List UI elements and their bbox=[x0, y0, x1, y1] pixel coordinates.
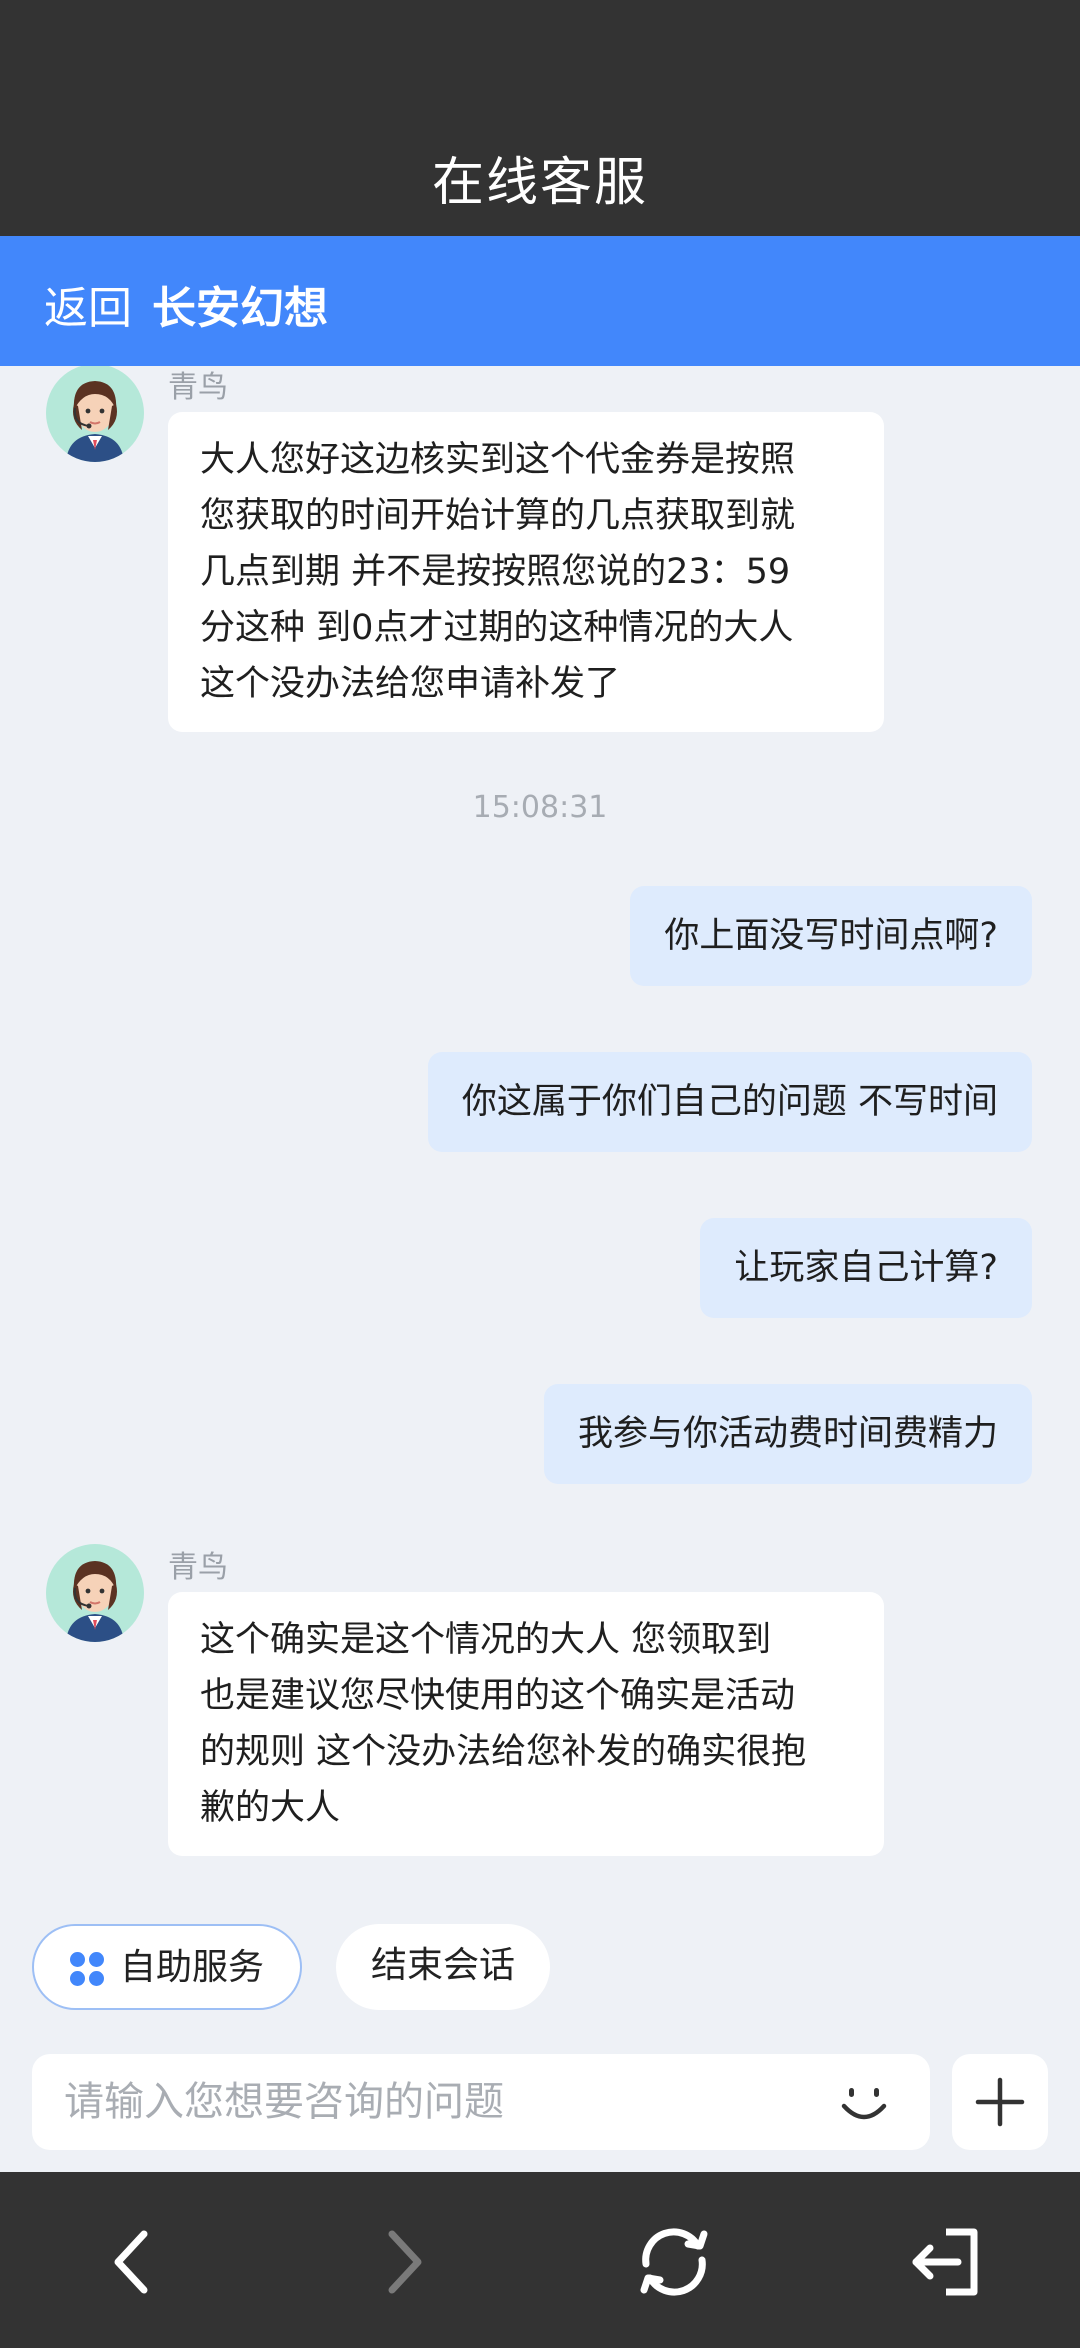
exit-icon bbox=[912, 2228, 978, 2296]
chevron-right-icon bbox=[388, 2230, 422, 2294]
navigation-bar: 返回 长安幻想 bbox=[0, 236, 1080, 366]
user-message-bubble: 我参与你活动费时间费精力 bbox=[543, 1384, 1032, 1484]
refresh-button[interactable] bbox=[624, 2212, 724, 2312]
refresh-icon bbox=[640, 2228, 708, 2296]
agent-message-bubble: 这个确实是这个情况的大人 您领取到 也是建议您尽快使用的这个确实是活动 的规则 … bbox=[168, 1592, 884, 1856]
message-line: 几点到期 并不是按按照您说的23：59 bbox=[200, 552, 791, 592]
self-service-button[interactable]: 自助服务 bbox=[32, 1924, 302, 2010]
agent-message-bubble: 大人您好这边核实到这个代金券是按照 您获取的时间开始计算的几点获取到就 几点到期… bbox=[168, 412, 884, 732]
browser-toolbar bbox=[0, 2172, 1080, 2348]
message-line: 大人您好这边核实到这个代金券是按照 bbox=[200, 440, 796, 480]
exit-button[interactable] bbox=[896, 2212, 996, 2312]
end-session-label: 结束会话 bbox=[370, 1945, 515, 1986]
message-line: 分这种 到0点才过期的这种情况的大人 bbox=[200, 608, 794, 648]
add-attachment-button[interactable] bbox=[952, 2054, 1048, 2150]
message-timestamp: 15:08:31 bbox=[472, 790, 608, 825]
message-input-bar bbox=[32, 2054, 930, 2150]
back-link[interactable]: 返回 bbox=[44, 272, 132, 336]
plus-icon bbox=[975, 2077, 1025, 2127]
message-line: 歉的大人 bbox=[200, 1788, 341, 1828]
page-title: 在线客服 bbox=[431, 153, 648, 213]
message-input[interactable] bbox=[64, 2054, 824, 2150]
user-message-bubble: 你这属于你们自己的问题 不写时间 bbox=[427, 1052, 1032, 1152]
user-message-bubble: 让玩家自己计算? bbox=[700, 1218, 1032, 1318]
agent-name: 青鸟 bbox=[168, 370, 228, 405]
game-title: 长安幻想 bbox=[152, 283, 328, 334]
message-line: 这个没办法给您申请补发了 bbox=[200, 664, 621, 704]
forward-button[interactable] bbox=[352, 2212, 452, 2312]
message-line: 的规则 这个没办法给您补发的确实很抱 bbox=[200, 1732, 807, 1772]
back-button[interactable] bbox=[84, 2212, 184, 2312]
agent-avatar-icon bbox=[46, 1544, 144, 1642]
end-session-button[interactable]: 结束会话 bbox=[336, 1924, 550, 2010]
message-line: 您获取的时间开始计算的几点获取到就 bbox=[200, 496, 796, 536]
self-service-label: 自助服务 bbox=[120, 1947, 265, 1988]
smiley-icon[interactable] bbox=[834, 2072, 894, 2132]
agent-avatar-icon bbox=[46, 366, 144, 462]
user-message-bubble: 你上面没写时间点啊? bbox=[630, 886, 1032, 986]
chevron-left-icon bbox=[114, 2230, 148, 2294]
app-title-bar: 在线客服 bbox=[0, 0, 1080, 236]
message-line: 这个确实是这个情况的大人 您领取到 bbox=[200, 1620, 772, 1660]
message-line: 也是建议您尽快使用的这个确实是活动 bbox=[200, 1676, 796, 1716]
four-dots-grid-icon bbox=[70, 1952, 104, 1986]
agent-name: 青鸟 bbox=[168, 1550, 228, 1585]
chat-area[interactable]: 青鸟 大人您好这边核实到这个代金券是按照 您获取的时间开始计算的几点获取到就 几… bbox=[0, 366, 1080, 1886]
